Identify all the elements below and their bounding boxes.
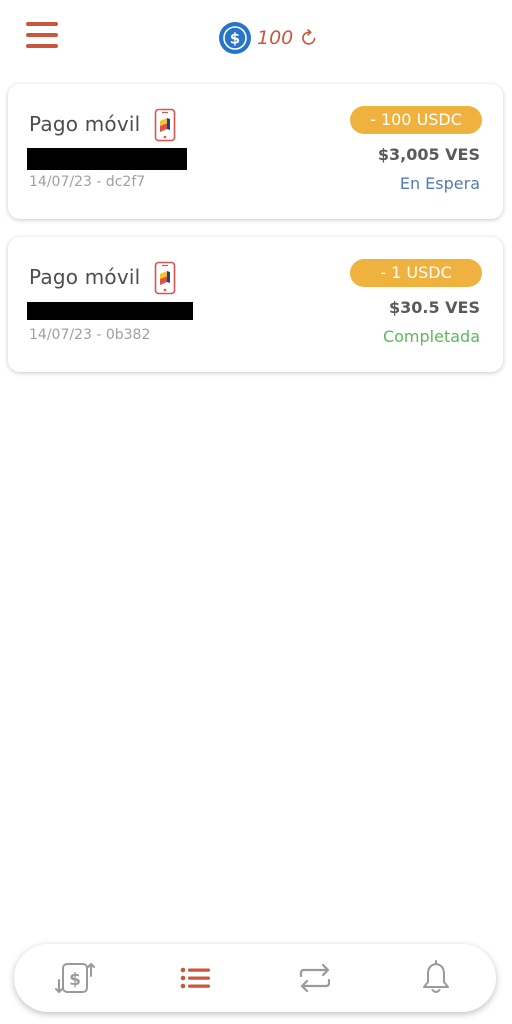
app-screen: $ 100 Pago móvil 14/07/23 - dc2f7 - 100 … bbox=[0, 0, 512, 1024]
svg-text:$: $ bbox=[69, 970, 81, 990]
transaction-card[interactable]: Pago móvil 14/07/23 - dc2f7 - 100 USDC $… bbox=[8, 84, 503, 219]
exchange-dollar-icon: $ bbox=[55, 963, 95, 993]
usdc-icon: $ bbox=[219, 22, 251, 54]
nav-transactions[interactable] bbox=[175, 958, 215, 998]
payment-method-label: Pago móvil bbox=[29, 265, 141, 289]
usdc-amount-badge: - 100 USDC bbox=[350, 106, 482, 134]
usdc-amount-badge: - 1 USDC bbox=[350, 259, 482, 287]
transaction-date-id: 14/07/23 - 0b382 bbox=[29, 327, 151, 343]
swap-icon bbox=[299, 963, 331, 993]
nav-exchange[interactable]: $ bbox=[55, 958, 95, 998]
bottom-navigation: $ bbox=[14, 944, 496, 1012]
bell-icon bbox=[423, 960, 449, 993]
nav-notifications[interactable] bbox=[416, 958, 456, 998]
transaction-date-id: 14/07/23 - dc2f7 bbox=[29, 174, 146, 190]
payment-method-label: Pago móvil bbox=[29, 112, 141, 136]
refresh-icon[interactable] bbox=[299, 28, 319, 48]
mobile-payment-icon bbox=[154, 261, 176, 295]
status-label: Completada bbox=[382, 327, 480, 346]
nav-swap[interactable] bbox=[295, 958, 335, 998]
balance-display: $ 100 bbox=[219, 22, 319, 54]
list-icon bbox=[180, 967, 210, 989]
redacted-account-info bbox=[27, 148, 187, 170]
hamburger-menu-icon[interactable] bbox=[26, 22, 58, 52]
svg-text:$: $ bbox=[230, 30, 240, 48]
mobile-payment-icon bbox=[154, 108, 176, 142]
status-label: En Espera bbox=[399, 174, 480, 193]
top-bar: $ 100 bbox=[0, 0, 512, 76]
transaction-card[interactable]: Pago móvil 14/07/23 - 0b382 - 1 USDC $30… bbox=[8, 237, 503, 372]
redacted-account-info bbox=[27, 302, 193, 320]
balance-amount: 100 bbox=[257, 27, 294, 49]
ves-amount: $30.5 VES bbox=[388, 298, 480, 317]
ves-amount: $3,005 VES bbox=[377, 145, 480, 164]
